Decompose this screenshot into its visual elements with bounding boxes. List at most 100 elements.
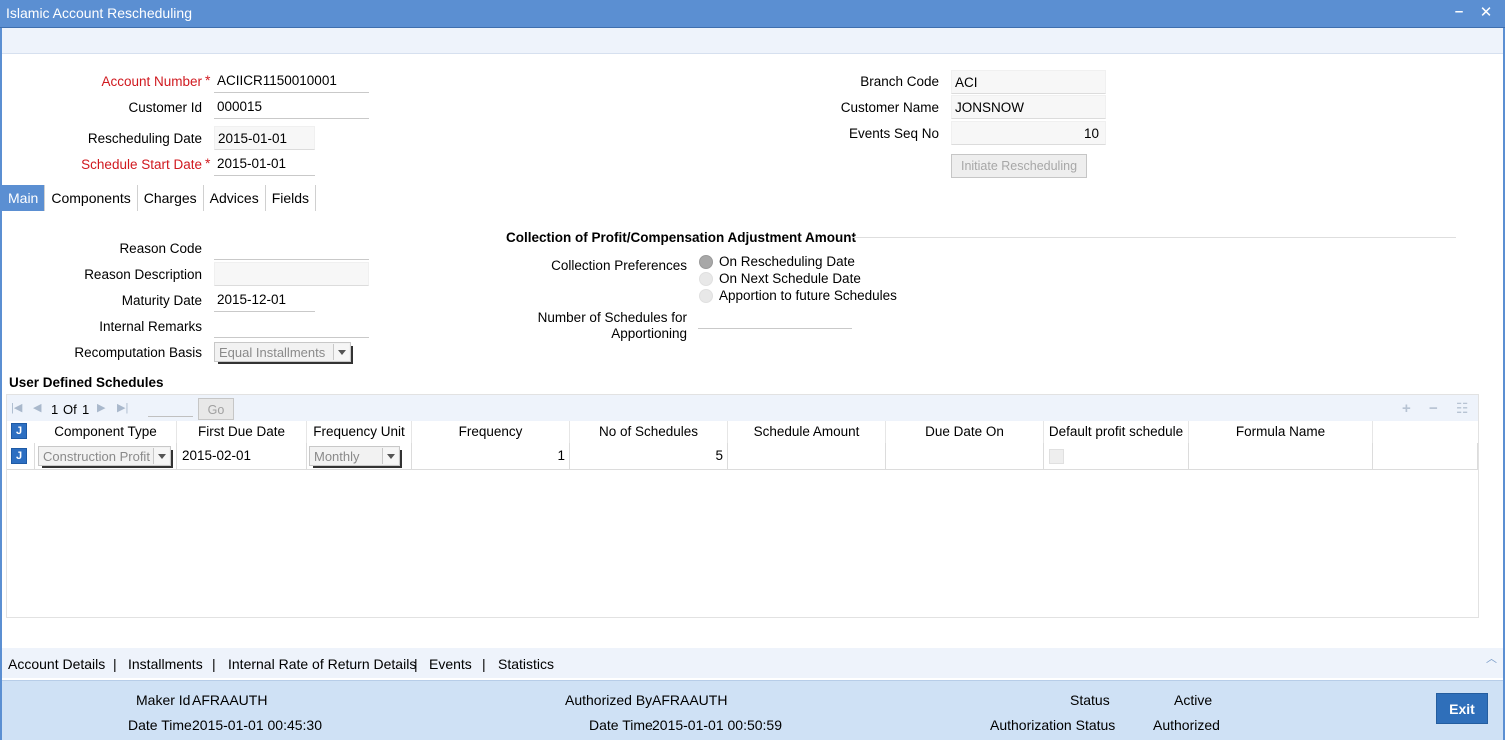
col-frequency: Frequency [412,421,570,443]
status-value: Active [1174,692,1213,708]
select-all-cell: J [7,421,35,443]
chevron-down-icon [382,448,398,464]
tab-fields[interactable]: Fields [266,185,317,211]
delete-row-icon[interactable]: − [1429,400,1438,417]
branch-code-field[interactable]: ACI [951,70,1106,94]
grid-pager: |◀ ◀ 1 Of 1 ▶ ▶| Go + − ☷ [7,395,1478,421]
default-profit-schedule-checkbox[interactable] [1049,449,1064,464]
schedules-apportioning-label-line1: Number of Schedules for [537,310,687,325]
first-page-icon[interactable]: |◀ [11,401,22,414]
link-separator: | [414,656,418,672]
radio-label: On Next Schedule Date [719,271,861,286]
maturity-date-field[interactable]: 2015-12-01 [214,288,315,312]
authorized-by-value: AFRAAUTH [652,692,728,708]
reason-code-label: Reason Code [119,241,202,256]
events-seq-no-field[interactable]: 10 [951,121,1106,145]
frequency-cell[interactable]: 1 [412,443,570,470]
exit-button[interactable]: Exit [1436,693,1488,724]
scroll-up-icon[interactable]: ︿ [1486,650,1497,666]
customer-name-label: Customer Name [840,100,939,115]
branch-code-label: Branch Code [860,74,939,89]
component-type-cell: Construction Profit [35,443,177,470]
required-marker: * [205,72,211,88]
user-defined-schedules-title: User Defined Schedules [9,375,164,390]
link-separator: | [113,656,117,672]
radio-label: On Rescheduling Date [719,254,855,269]
col-schedule-amount: Schedule Amount [728,421,886,443]
rescheduling-date-field[interactable]: 2015-01-01 [214,126,315,150]
component-type-select[interactable]: Construction Profit [38,446,173,468]
frequency-unit-value: Monthly [314,449,360,464]
link-account-details[interactable]: Account Details [8,656,105,672]
schedule-start-date-label: Schedule Start Date [81,157,202,172]
recomputation-basis-value: Equal Installments [219,345,326,360]
pager-current: 1 [51,402,59,417]
maker-datetime-value: 2015-01-01 00:45:30 [192,717,322,733]
col-first-due-date: First Due Date [177,421,307,443]
customer-name-field[interactable]: JONSNOW [951,95,1106,119]
radio-apportion-future-schedules[interactable]: Apportion to future Schedules [699,288,897,303]
reason-description-field[interactable] [214,262,369,286]
initiate-rescheduling-button[interactable]: Initiate Rescheduling [951,154,1087,178]
audit-footer: Maker Id AFRAAUTH Date Time 2015-01-01 0… [2,680,1503,740]
go-button[interactable]: Go [198,398,234,420]
default-profit-schedule-cell [1044,443,1189,470]
page-number-input[interactable] [148,398,193,417]
prev-page-icon[interactable]: ◀ [33,401,41,414]
link-statistics[interactable]: Statistics [498,656,554,672]
col-default-profit-schedule: Default profit schedule [1044,421,1189,443]
account-number-field[interactable]: ACIICR1150010001 [214,69,369,93]
row-checkbox-icon[interactable]: J [11,448,27,464]
auth-datetime-label: Date Time [589,717,653,733]
col-component-type: Component Type [35,421,177,443]
authorized-by-label: Authorized By [565,692,653,708]
auth-status-label: Authorization Status [990,717,1116,733]
col-formula-name: Formula Name [1189,421,1373,443]
link-events[interactable]: Events [429,656,472,672]
minimize-icon[interactable]: – [1450,3,1468,20]
next-page-icon[interactable]: ▶ [97,401,105,414]
window-title-bar: Islamic Account Rescheduling – ✕ [0,0,1505,28]
customer-id-label: Customer Id [128,100,202,115]
first-due-date-cell[interactable]: 2015-02-01 [177,443,307,470]
tab-bar: Main Components Charges Advices Fields [2,185,317,211]
last-page-icon[interactable]: ▶| [117,401,128,414]
internal-remarks-field[interactable] [214,314,369,338]
link-irr-details[interactable]: Internal Rate of Return Details [228,656,416,672]
col-frequency-unit: Frequency Unit [307,421,412,443]
reason-code-field[interactable] [214,236,369,260]
recomputation-basis-select[interactable]: Equal Installments [214,342,353,364]
tab-main[interactable]: Main [2,185,46,211]
row-select-cell: J [7,443,35,470]
schedule-start-date-field[interactable]: 2015-01-01 [214,152,315,176]
radio-on-next-schedule-date[interactable]: On Next Schedule Date [699,271,861,286]
row-filler-cell [1373,443,1478,470]
schedules-apportioning-field[interactable] [698,305,852,329]
section-divider [852,237,1456,238]
customer-id-field[interactable]: 000015 [214,95,369,119]
due-date-on-cell[interactable] [886,443,1044,470]
frequency-unit-select[interactable]: Monthly [309,446,402,468]
add-row-icon[interactable]: + [1402,400,1411,417]
auth-datetime-value: 2015-01-01 00:50:59 [652,717,782,733]
chevron-down-icon [153,448,169,464]
formula-name-cell[interactable] [1189,443,1373,470]
link-installments[interactable]: Installments [128,656,203,672]
auth-status-value: Authorized [1153,717,1220,733]
single-view-icon[interactable]: ☷ [1456,400,1469,417]
link-separator: | [212,656,216,672]
status-label: Status [1070,692,1110,708]
window-title: Islamic Account Rescheduling [6,5,192,21]
maker-id-value: AFRAAUTH [192,692,268,708]
no-of-schedules-cell[interactable]: 5 [570,443,728,470]
chevron-down-icon [333,344,349,360]
tab-advices[interactable]: Advices [204,185,266,211]
reason-description-label: Reason Description [84,267,202,282]
radio-on-rescheduling-date[interactable]: On Rescheduling Date [699,254,855,269]
close-icon[interactable]: ✕ [1477,3,1495,21]
tab-components[interactable]: Components [45,185,138,211]
select-all-checkbox-icon[interactable]: J [11,423,27,439]
tab-charges[interactable]: Charges [138,185,204,211]
schedule-amount-cell[interactable] [728,443,886,470]
events-seq-no-label: Events Seq No [848,126,939,141]
